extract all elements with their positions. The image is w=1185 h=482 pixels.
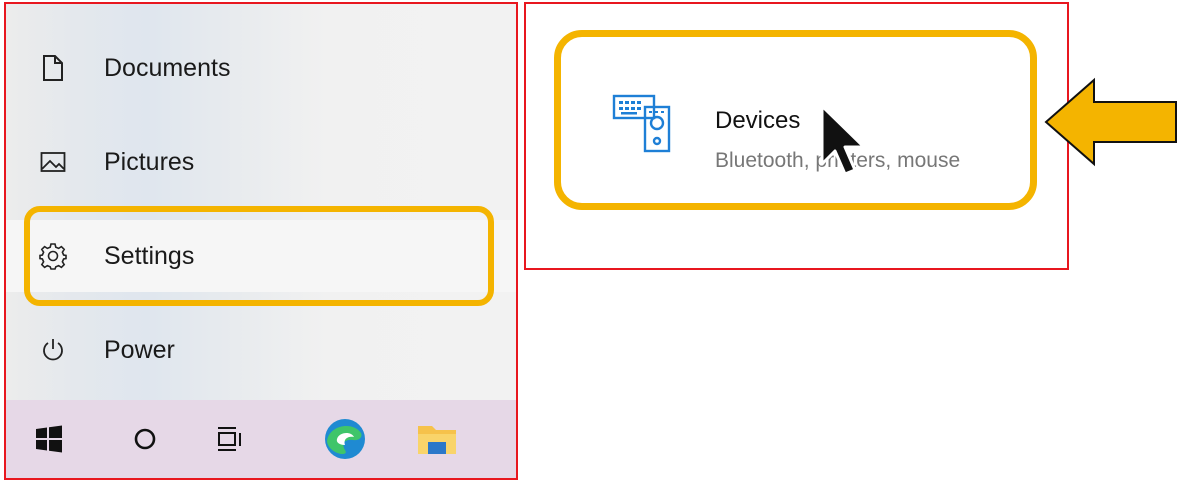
devices-title: Devices — [715, 107, 801, 134]
taskbar-active-indicator — [306, 478, 384, 480]
gear-icon — [38, 241, 68, 271]
taskbar-active-indicator — [400, 478, 478, 480]
start-item-settings[interactable]: Settings — [6, 220, 516, 292]
devices-tile[interactable]: Devices Bluetooth, printers, mouse — [554, 30, 1037, 210]
task-view-icon[interactable] — [206, 416, 252, 462]
start-item-label: Documents — [104, 53, 231, 82]
start-item-pictures[interactable]: Pictures — [6, 126, 516, 198]
start-item-label: Settings — [104, 241, 195, 270]
pictures-icon — [38, 147, 68, 177]
document-icon — [38, 53, 68, 83]
settings-panel: Devices Bluetooth, printers, mouse — [524, 2, 1069, 270]
file-explorer-icon[interactable] — [414, 416, 460, 462]
windows-start-icon[interactable] — [26, 416, 72, 462]
callout-arrow-icon — [1042, 74, 1180, 175]
start-item-label: Power — [104, 335, 175, 364]
start-item-label: Pictures — [104, 147, 195, 176]
start-item-power[interactable]: Power — [6, 314, 516, 386]
taskbar — [6, 400, 518, 480]
power-icon — [38, 335, 68, 365]
devices-icon — [611, 93, 675, 160]
start-item-documents[interactable]: Documents — [6, 32, 516, 104]
start-menu-panel: Documents Pictures Settings Power — [4, 2, 518, 480]
edge-browser-icon[interactable] — [322, 416, 368, 462]
taskbar-active-indicator — [502, 478, 518, 480]
mouse-pointer-icon — [818, 104, 872, 189]
search-circle-icon[interactable] — [122, 416, 168, 462]
